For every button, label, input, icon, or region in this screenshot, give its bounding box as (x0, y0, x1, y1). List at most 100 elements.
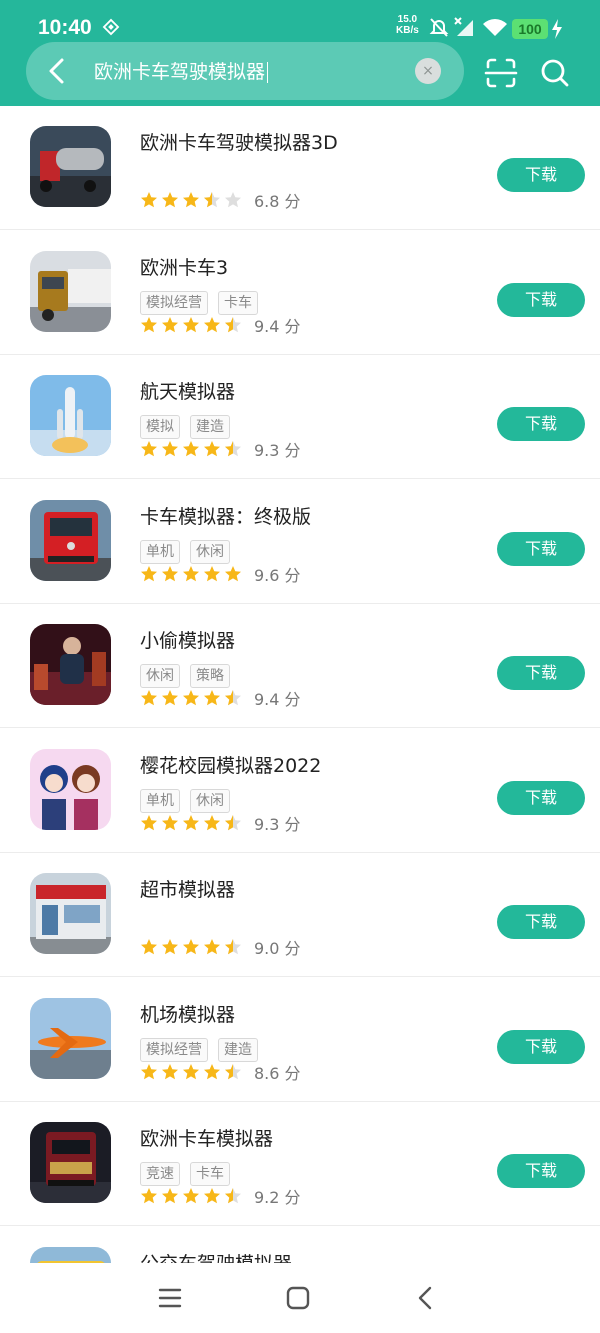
tag-badge: 模拟 (140, 415, 180, 439)
app-title[interactable]: 欧洲卡车驾驶模拟器3D (140, 128, 338, 155)
wifi-icon (482, 17, 508, 41)
app-title[interactable]: 公交车驾驶模拟器 (140, 1249, 292, 1264)
star-full-icon (161, 1187, 179, 1205)
status-time: 10:40 (38, 16, 92, 39)
download-button[interactable]: 下载 (497, 158, 585, 192)
list-item[interactable]: 欧洲卡车模拟器 竞速 卡车 9.2 分 下载 (0, 1102, 600, 1226)
download-button[interactable]: 下载 (497, 780, 585, 815)
app-icon[interactable] (30, 1246, 111, 1263)
rating: 9.2 分 (140, 1184, 301, 1207)
app-icon[interactable] (30, 499, 111, 581)
app-tags: 竞速 卡车 (140, 1162, 240, 1186)
app-title[interactable]: 小偷模拟器 (140, 626, 235, 653)
menu-icon[interactable] (157, 1285, 183, 1311)
search-icon[interactable] (538, 56, 572, 90)
app-title[interactable]: 欧洲卡车模拟器 (140, 1124, 273, 1151)
rating-score: 9.4 分 (254, 316, 301, 336)
star-full-icon (140, 1187, 158, 1205)
star-full-icon (140, 191, 158, 209)
rating: 8.6 分 (140, 1060, 301, 1083)
list-item[interactable]: 卡车模拟器：终极版 单机 休闲 9.6 分 下载 (0, 480, 600, 604)
app-icon[interactable] (30, 250, 111, 332)
chevron-left-icon[interactable] (38, 52, 76, 90)
app-icon[interactable] (30, 126, 111, 207)
app-tags: 模拟经营 建造 (140, 1037, 268, 1062)
star-full-icon (182, 191, 200, 209)
diamond-icon (102, 18, 120, 40)
star-empty-icon (224, 191, 242, 209)
download-button[interactable]: 下载 (497, 282, 585, 317)
rating-score: 6.8 分 (254, 192, 301, 211)
rating: 9.4 分 (140, 313, 301, 336)
star-full-icon (203, 689, 221, 707)
download-button[interactable]: 下载 (497, 1154, 585, 1188)
star-full-icon (140, 316, 158, 334)
star-full-icon (140, 814, 158, 832)
rating-score: 8.6 分 (254, 1063, 301, 1083)
star-full-icon (182, 814, 200, 832)
download-button[interactable]: 下载 (497, 407, 585, 441)
text-caret (267, 62, 269, 83)
list-item[interactable]: 公交车驾驶模拟器 (0, 1227, 600, 1264)
download-button[interactable]: 下载 (497, 905, 585, 939)
system-nav-bar (0, 1263, 600, 1333)
star-full-icon (224, 565, 242, 583)
star-half-icon (224, 316, 242, 334)
app-title[interactable]: 卡车模拟器：终极版 (140, 502, 311, 529)
app-title[interactable]: 樱花校园模拟器2022 (140, 751, 321, 778)
star-full-icon (182, 565, 200, 583)
star-full-icon (161, 440, 179, 458)
network-speed: 15.0 KB/s (396, 14, 419, 36)
tag-badge: 休闲 (190, 788, 230, 813)
app-icon[interactable] (30, 873, 111, 954)
star-half-icon (224, 938, 242, 956)
star-half-icon (224, 1187, 242, 1205)
star-full-icon (161, 316, 179, 334)
search-input[interactable]: 欧洲卡车驾驶模拟器 (94, 57, 269, 84)
list-item[interactable]: 航天模拟器 模拟 建造 9.3 分 下载 (0, 355, 600, 479)
battery-level: 100 (512, 19, 548, 39)
star-half-icon (224, 1063, 242, 1081)
star-full-icon (203, 440, 221, 458)
rating-score: 9.4 分 (254, 690, 301, 709)
app-icon[interactable] (30, 1122, 111, 1203)
star-full-icon (161, 938, 179, 956)
app-title[interactable]: 航天模拟器 (140, 377, 235, 404)
list-item[interactable]: 机场模拟器模拟经营 建造 8.6 分 下载 (0, 978, 600, 1102)
clear-search-button[interactable]: × (415, 58, 441, 84)
list-item[interactable]: 樱花校园模拟器2022 单机 休闲 9.3 分 下载 (0, 729, 600, 853)
back-icon[interactable] (413, 1285, 439, 1311)
star-full-icon (203, 316, 221, 334)
download-button[interactable]: 下载 (497, 531, 585, 566)
tag-badge: 策略 (190, 664, 230, 688)
search-bar[interactable]: 欧洲卡车驾驶模拟器 × (26, 42, 464, 100)
star-full-icon (161, 1063, 179, 1081)
app-icon[interactable] (30, 748, 111, 830)
rating-score: 9.3 分 (254, 814, 301, 834)
rating: 6.8 分 (140, 188, 301, 211)
app-title[interactable]: 机场模拟器 (140, 1000, 235, 1027)
app-tags: 单机 休闲 (140, 788, 240, 813)
list-item[interactable]: 小偷模拟器 休闲 策略 9.4 分 下载 (0, 604, 600, 728)
download-button[interactable]: 下载 (497, 1029, 585, 1064)
app-icon[interactable] (30, 624, 111, 705)
star-full-icon (140, 440, 158, 458)
app-icon[interactable] (30, 997, 111, 1079)
list-item[interactable]: 欧洲卡车3 模拟经营 卡车 9.4 分 下载 (0, 231, 600, 355)
star-full-icon (203, 814, 221, 832)
search-results-list[interactable]: 欧洲卡车驾驶模拟器3D 6.8 分下载 欧洲卡车3 模拟经营 卡车 9.4 分下载 航天模拟… (0, 106, 600, 1263)
app-title[interactable]: 超市模拟器 (140, 875, 235, 902)
download-button[interactable]: 下载 (497, 656, 585, 690)
tag-badge: 模拟经营 (140, 290, 208, 315)
rating-score: 9.0 分 (254, 939, 301, 958)
app-icon[interactable] (30, 375, 111, 456)
star-half-icon (203, 191, 221, 209)
charging-icon (551, 19, 563, 43)
scan-icon[interactable] (484, 56, 518, 90)
list-item[interactable]: 欧洲卡车驾驶模拟器3D 6.8 分 下载 (0, 106, 600, 230)
app-title[interactable]: 欧洲卡车3 (140, 253, 228, 280)
home-icon[interactable] (285, 1285, 311, 1311)
list-item[interactable]: 超市模拟器 9.0 分 下载 (0, 853, 600, 977)
star-full-icon (140, 938, 158, 956)
app-tags: 模拟经营 卡车 (140, 290, 268, 315)
